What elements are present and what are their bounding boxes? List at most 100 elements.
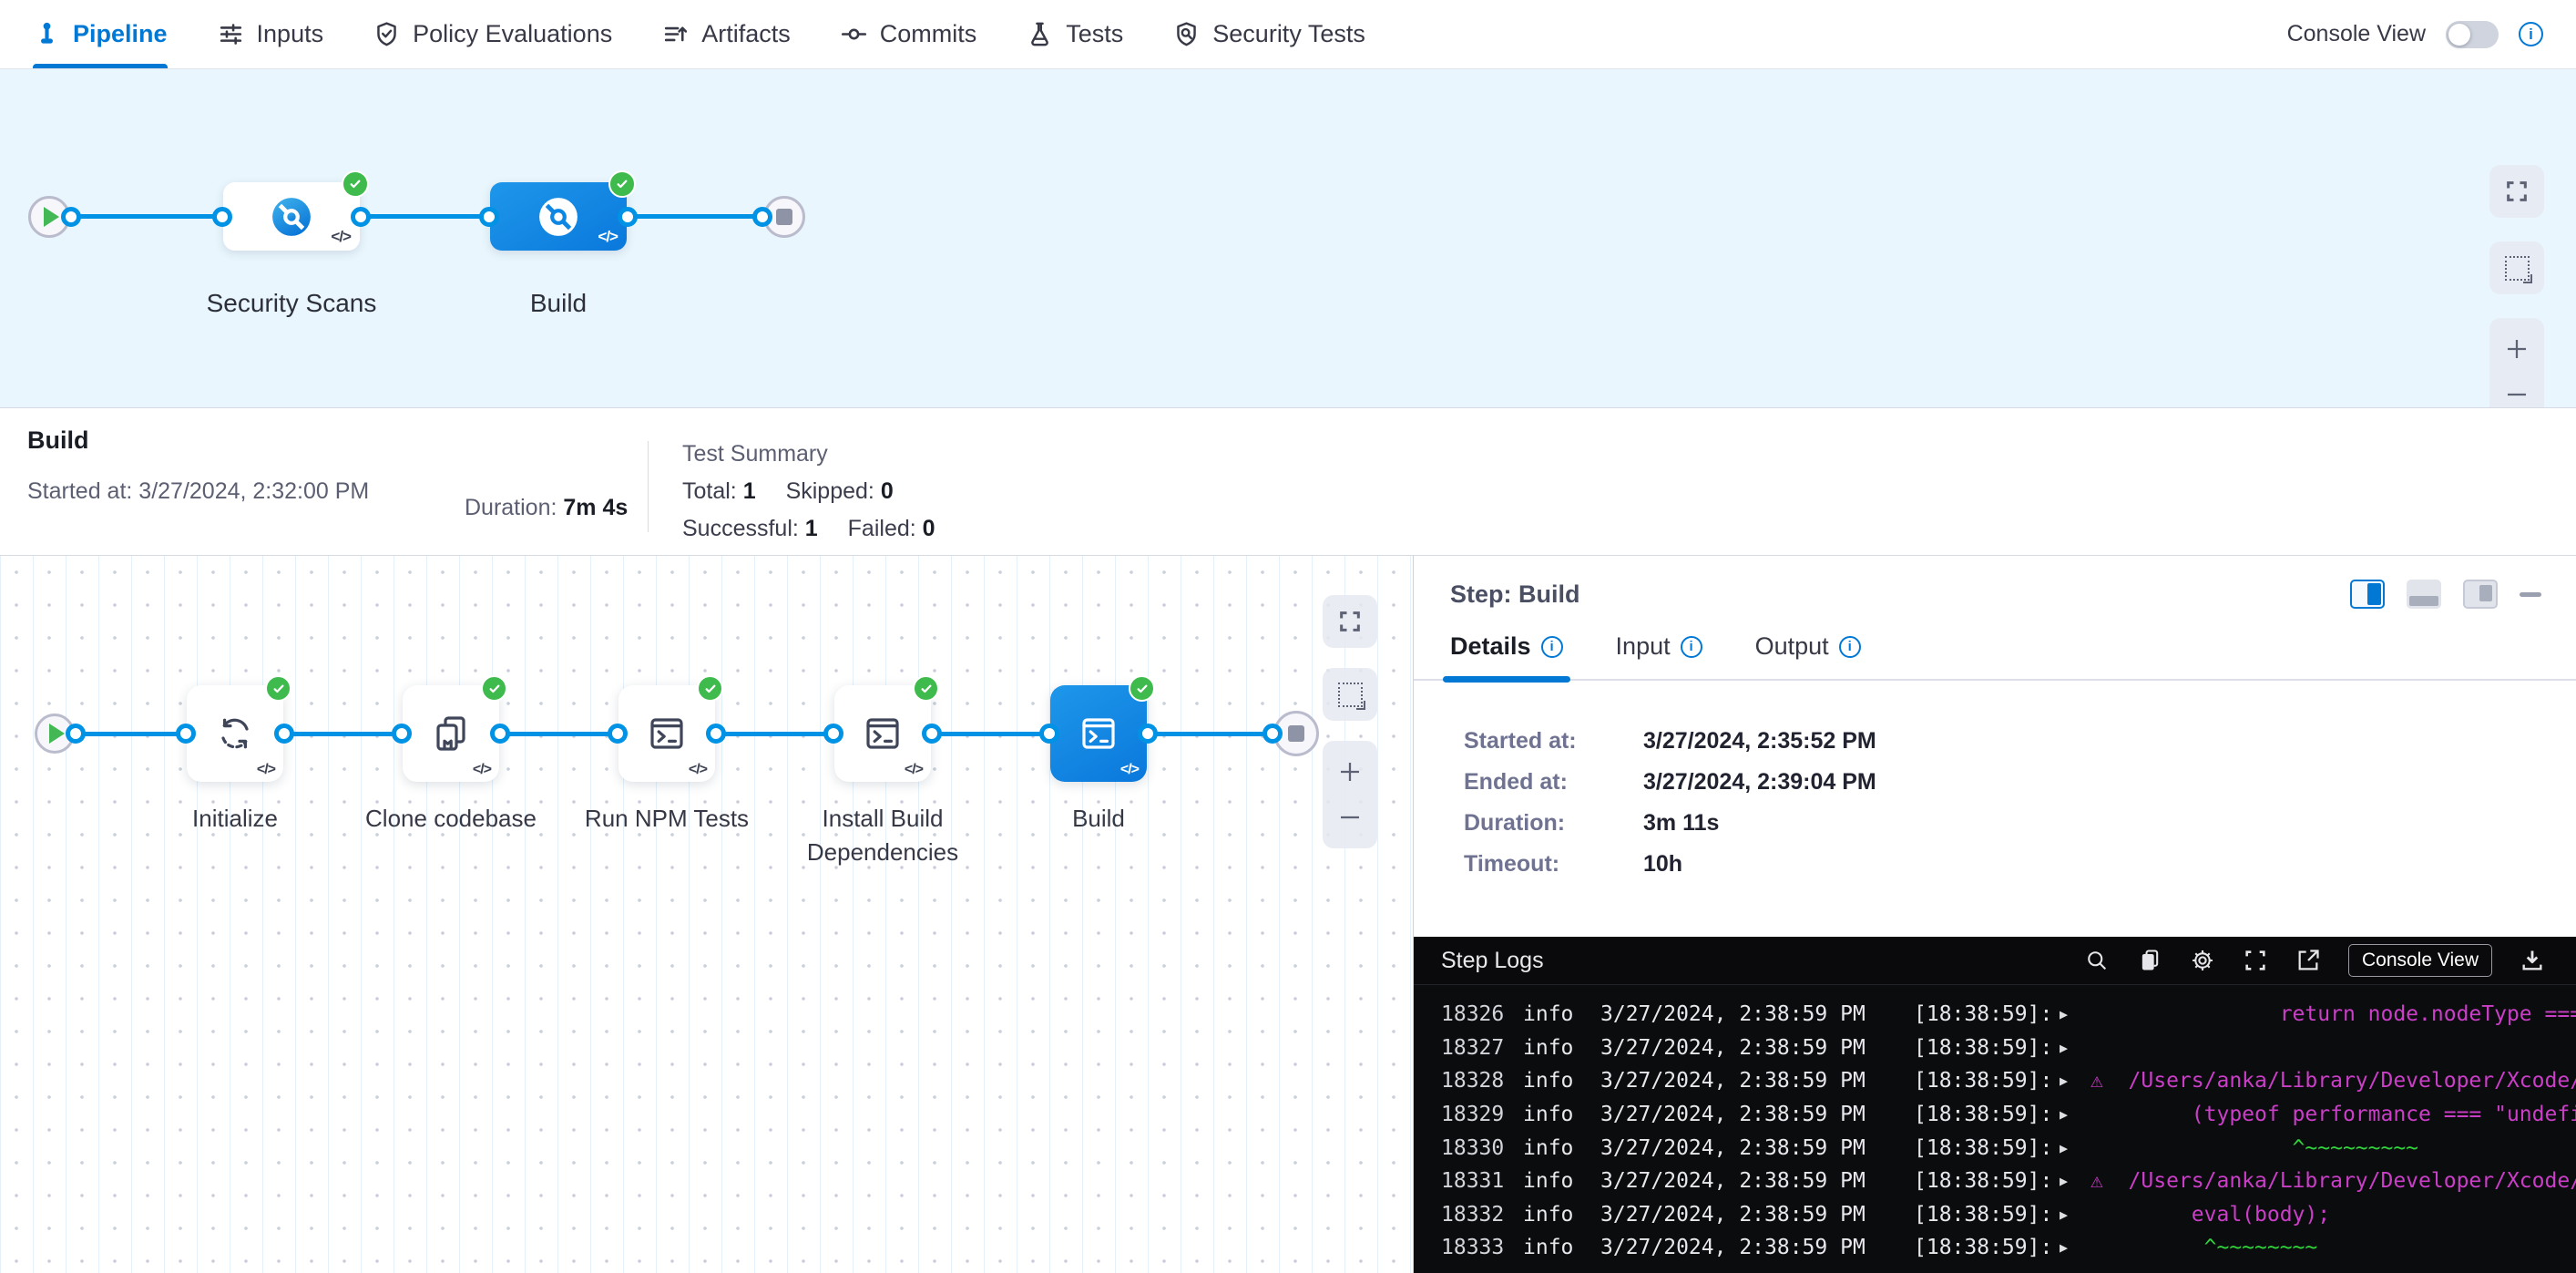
panel-tab-output[interactable]: Output i — [1755, 632, 1861, 679]
info-icon[interactable]: i — [2519, 22, 2543, 46]
log-expand-arrow[interactable]: ▶ — [2060, 1006, 2090, 1022]
step-node-wrap: </> Clone codebase — [403, 685, 499, 782]
zoom-controls — [1323, 741, 1377, 848]
panel-layout-controls — [2350, 580, 2541, 609]
security-icon — [1172, 20, 1201, 48]
success-check-icon — [265, 675, 291, 702]
log-date: 3/27/2024, 2:38:59 PM — [1600, 1169, 1914, 1193]
copy-icon[interactable] — [2137, 948, 2162, 973]
step-label: Install Build Dependencies — [773, 802, 992, 869]
log-content: eval(body); — [2090, 1203, 2576, 1227]
log-date: 3/27/2024, 2:38:59 PM — [1600, 1036, 1914, 1060]
detail-label: Duration: — [1464, 812, 1643, 835]
tab-artifacts[interactable]: Artifacts — [661, 0, 791, 68]
download-icon[interactable] — [2520, 948, 2545, 973]
zoom-out-icon[interactable] — [2503, 381, 2530, 408]
fullscreen-icon[interactable] — [2243, 948, 2268, 973]
stage-node-build[interactable]: </> — [490, 182, 627, 251]
step-node-install-build-dependencies[interactable]: </> — [834, 685, 931, 782]
step-panel-header: Step: Build — [1414, 556, 2576, 609]
step-label: Run NPM Tests — [557, 802, 776, 836]
log-expand-arrow[interactable]: ▶ — [2060, 1140, 2090, 1156]
connector-line — [931, 732, 1050, 736]
step-node-build[interactable]: </> — [1050, 685, 1147, 782]
split-view-icon[interactable] — [2350, 580, 2385, 609]
fit-to-screen-button[interactable] — [2489, 165, 2544, 218]
settings-gear-icon[interactable] — [2190, 948, 2215, 973]
test-summary-row-1: Total: 1 Skipped: 0 — [682, 473, 935, 510]
minimize-panel-icon[interactable] — [2520, 592, 2541, 597]
log-content: ^~~~~~~~~~ — [2090, 1136, 2576, 1160]
success-check-icon — [481, 675, 507, 702]
bottom-view-icon[interactable] — [2407, 580, 2441, 609]
detail-row: Timeout: 10h — [1464, 853, 2576, 876]
log-level: info — [1523, 1203, 1600, 1227]
log-expand-arrow[interactable]: ▶ — [2060, 1040, 2090, 1056]
log-expand-arrow[interactable]: ▶ — [2060, 1206, 2090, 1223]
panel-tab-input[interactable]: Input i — [1616, 632, 1702, 679]
log-level: info — [1523, 1103, 1600, 1126]
log-expand-arrow[interactable]: ▶ — [2060, 1073, 2090, 1089]
log-line-number: 18328 — [1441, 1069, 1523, 1093]
step-row: </> Initialize </> Clone codebase </> Ru… — [35, 685, 1319, 782]
tab-pipeline[interactable]: Pipeline — [33, 0, 168, 68]
tab-commits[interactable]: Commits — [840, 0, 977, 68]
log-level: info — [1523, 1169, 1600, 1193]
stage-node-security-scans[interactable]: </> — [223, 182, 360, 251]
tab-security-tests[interactable]: Security Tests — [1172, 0, 1365, 68]
zoom-out-icon[interactable] — [1336, 804, 1364, 831]
step-label: Initialize — [126, 802, 344, 836]
log-content: ^~~~~~~~~ — [2090, 1236, 2576, 1259]
log-line: 18333 info 3/27/2024, 2:38:59 PM [18:38:… — [1441, 1231, 2576, 1265]
log-time: [18:38:59]: — [1914, 1103, 2060, 1126]
tab-inputs[interactable]: Inputs — [217, 0, 324, 68]
floating-view-icon[interactable] — [2463, 580, 2498, 609]
tab-label: Inputs — [257, 20, 324, 48]
search-icon[interactable] — [2084, 948, 2110, 973]
connector-line — [499, 732, 618, 736]
code-glyph-icon: </> — [257, 762, 275, 778]
info-icon[interactable]: i — [1541, 636, 1563, 658]
log-expand-arrow[interactable]: ▶ — [2060, 1239, 2090, 1256]
step-logs-body[interactable]: 18326 info 3/27/2024, 2:38:59 PM [18:38:… — [1414, 985, 2576, 1273]
log-time: [18:38:59]: — [1914, 1136, 2060, 1160]
log-line-number: 18331 — [1441, 1169, 1523, 1193]
marquee-select-button[interactable] — [1323, 668, 1377, 721]
info-icon[interactable]: i — [1839, 636, 1861, 658]
step-panel-title: Step: Build — [1450, 580, 1580, 609]
step-node-wrap: </> Build — [1050, 685, 1147, 782]
stage-node-wrap: </> Build — [490, 182, 627, 251]
commits-icon — [840, 20, 868, 48]
log-expand-arrow[interactable]: ▶ — [2060, 1106, 2090, 1123]
zoom-in-icon[interactable] — [2503, 335, 2530, 363]
step-node-initialize[interactable]: </> — [187, 685, 283, 782]
panel-tab-details[interactable]: Details i — [1450, 632, 1563, 679]
detail-value: 3m 11s — [1643, 812, 1719, 835]
open-in-new-icon[interactable] — [2295, 948, 2321, 973]
pipeline-graph-controls — [2489, 165, 2544, 426]
console-view-toggle[interactable] — [2446, 21, 2499, 48]
console-view-button[interactable]: Console View — [2348, 944, 2492, 977]
tab-tests[interactable]: Tests — [1026, 0, 1123, 68]
summary-divider — [648, 441, 649, 532]
tab-label: Commits — [880, 20, 977, 48]
lower-split: </> Initialize </> Clone codebase </> Ru… — [0, 556, 2576, 1273]
marquee-select-button[interactable] — [2489, 241, 2544, 294]
info-icon[interactable]: i — [1681, 636, 1702, 658]
log-line: 18332 info 3/27/2024, 2:38:59 PM [18:38:… — [1441, 1198, 2576, 1232]
step-graph-canvas: </> Initialize </> Clone codebase </> Ru… — [0, 556, 1414, 1273]
code-glyph-icon: </> — [905, 762, 923, 778]
tab-policy-evaluations[interactable]: Policy Evaluations — [373, 0, 612, 68]
detail-row: Started at: 3/27/2024, 2:35:52 PM — [1464, 730, 2576, 753]
zoom-in-icon[interactable] — [1336, 758, 1364, 785]
log-level: info — [1523, 1069, 1600, 1093]
step-node-run-npm-tests[interactable]: </> — [618, 685, 715, 782]
fit-to-screen-button[interactable] — [1323, 595, 1377, 648]
step-node-clone-codebase[interactable]: </> — [403, 685, 499, 782]
log-line: 18327 info 3/27/2024, 2:38:59 PM [18:38:… — [1441, 1032, 2576, 1065]
log-expand-arrow[interactable]: ▶ — [2060, 1173, 2090, 1189]
code-glyph-icon: </> — [1120, 762, 1139, 778]
terminal-icon — [645, 712, 689, 755]
log-line: 18331 info 3/27/2024, 2:38:59 PM [18:38:… — [1441, 1165, 2576, 1198]
connector-line — [75, 732, 187, 736]
